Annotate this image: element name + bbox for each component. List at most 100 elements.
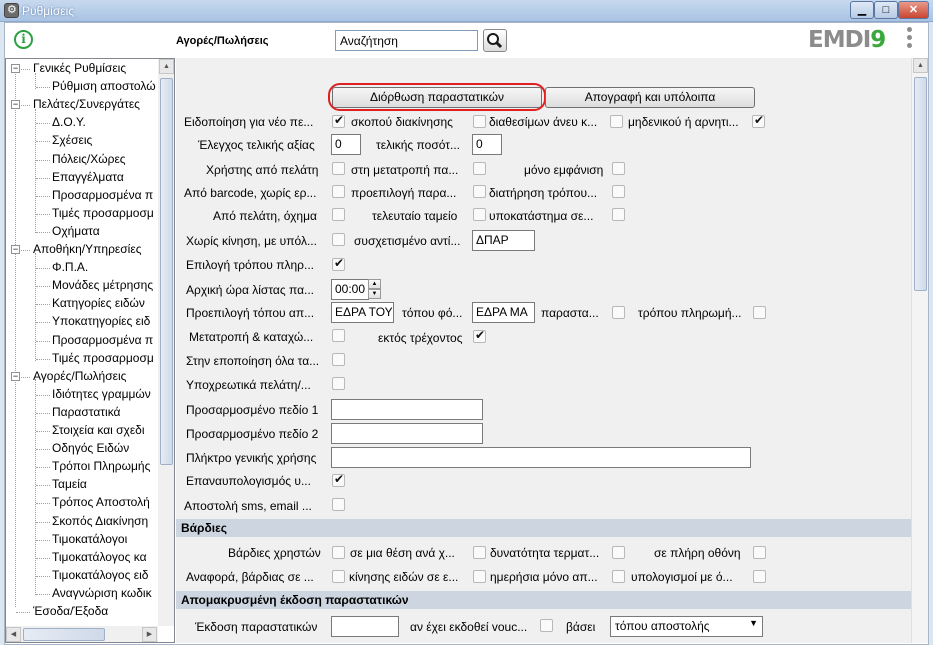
form-scroll-thumb[interactable] — [914, 77, 927, 291]
tree-item[interactable]: Πόλεις/Χώρες — [52, 151, 126, 169]
tree-item[interactable]: Προσαρμοσμένα π — [52, 187, 153, 205]
input-document-issuing[interactable] — [331, 616, 399, 637]
scroll-up-icon[interactable]: ▲ — [913, 58, 928, 73]
tree-item[interactable]: Σχέσεις — [52, 132, 92, 150]
input-initial-time[interactable]: 00:00 — [331, 279, 369, 300]
tree-item[interactable]: Τρόποι Πληρωμής — [52, 458, 150, 476]
checkbox-display-only[interactable] — [612, 162, 625, 175]
tree-scroll-up-icon[interactable]: ▲ — [159, 59, 174, 74]
checkbox-last-cashbox[interactable] — [473, 208, 486, 221]
checkbox-terminate-option[interactable] — [612, 546, 625, 559]
checkbox-payment-method-select[interactable] — [332, 256, 345, 271]
search-button[interactable] — [483, 29, 507, 52]
checkbox-branch[interactable] — [612, 208, 625, 221]
tree-collapse-toggle[interactable]: − — [11, 100, 20, 110]
tree-item[interactable]: Προσαρμοσμένα π — [52, 332, 153, 350]
tree-vertical-scrollbar[interactable]: ▲ — [158, 59, 174, 626]
input-location-1[interactable]: ΕΔΡΑ ΤΟΥ — [331, 302, 394, 323]
checkbox-transport-purpose[interactable] — [473, 115, 486, 128]
tree-hscroll-thumb[interactable] — [23, 628, 105, 641]
checkbox-documents[interactable] — [612, 306, 625, 319]
tree-item[interactable]: Τιμοκατάλογοι — [52, 531, 127, 549]
input-related-code[interactable]: ΔΠΑΡ — [472, 230, 535, 251]
tree-item[interactable]: Έσοδα/Έξοδα — [33, 603, 108, 621]
spinner-down-icon[interactable]: ▼ — [368, 289, 381, 299]
checkbox-zero-negative[interactable] — [752, 113, 765, 128]
checkbox-mandatory-customer[interactable] — [332, 377, 345, 390]
input-general-key[interactable] — [331, 447, 751, 468]
checkbox-default-doc[interactable] — [473, 185, 486, 198]
form-vertical-scrollbar[interactable]: ▲ — [911, 58, 928, 643]
search-input[interactable] — [335, 30, 478, 51]
checkbox-send-sms-email[interactable] — [332, 498, 345, 511]
input-final-quantity[interactable]: 0 — [472, 134, 502, 155]
checkbox-shift-report[interactable] — [332, 570, 345, 583]
more-options-icon[interactable] — [906, 27, 914, 51]
tree-collapse-toggle[interactable]: − — [11, 371, 20, 381]
tree-scroll-left-icon[interactable]: ◀ — [6, 627, 21, 642]
minimize-button[interactable]: ▁ — [850, 1, 874, 19]
tree-item[interactable]: Τιμοκατάλογος ειδ — [52, 567, 148, 585]
tree-item[interactable]: Μονάδες μέτρησης — [52, 277, 153, 295]
tree-collapse-toggle[interactable]: − — [11, 245, 20, 254]
close-button[interactable]: ✕ — [898, 1, 929, 19]
checkbox-no-movement[interactable] — [332, 233, 345, 246]
tree-item[interactable]: Οδηγός Ειδών — [52, 440, 129, 458]
checkbox-conversion-entry[interactable] — [332, 329, 345, 342]
tree-item[interactable]: Τρόπος Αποστολή — [52, 494, 150, 512]
tree-item[interactable]: Ιδιότητες γραμμών — [52, 386, 151, 404]
checkbox-one-position[interactable] — [473, 546, 486, 559]
checkbox-except-current[interactable] — [473, 328, 486, 343]
checkbox-user-shifts[interactable] — [332, 546, 345, 559]
checkbox-user-from-customer[interactable] — [332, 162, 345, 175]
checkbox-calculations[interactable] — [753, 570, 766, 583]
tree-scroll-right-icon[interactable]: ▶ — [142, 627, 157, 642]
tree-item[interactable]: Γενικές Ρυθμίσεις — [33, 60, 126, 78]
spinner-up-icon[interactable]: ▲ — [368, 279, 381, 289]
time-spinner[interactable]: ▲ ▼ — [368, 279, 381, 300]
tree-item[interactable]: Δ.Ο.Υ. — [52, 114, 86, 132]
checkbox-notify-all[interactable] — [332, 353, 345, 366]
checkbox-notify-new[interactable] — [332, 113, 345, 128]
tree-scroll-thumb[interactable] — [160, 78, 173, 465]
checkbox-full-screen[interactable] — [753, 546, 766, 559]
checkbox-item-movement[interactable] — [473, 570, 486, 583]
tree-item[interactable]: Τιμές προσαρμοσμ — [52, 350, 154, 368]
tree-item[interactable]: Οχήματα — [52, 223, 100, 241]
tree-item[interactable]: Κατηγορίες ειδών — [52, 295, 145, 313]
checkbox-payment-method[interactable] — [753, 306, 766, 319]
label-user-from-customer: Χρήστης από πελάτη — [206, 163, 319, 177]
checkbox-vehicle-from-customer[interactable] — [332, 208, 345, 221]
tree-item[interactable]: Σκοπός Διακίνηση — [52, 513, 148, 531]
input-final-value[interactable]: 0 — [331, 134, 361, 155]
tree-item[interactable]: Στοιχεία και σχεδι — [52, 422, 145, 440]
select-based-on[interactable]: τόπου αποστολής ▼ — [610, 616, 763, 637]
tree-item[interactable]: Τιμοκατάλογος κα — [52, 549, 147, 567]
checkbox-recalculation[interactable] — [332, 472, 345, 487]
maximize-button[interactable]: □ — [874, 1, 898, 19]
tree-item[interactable]: Ταμεία — [52, 476, 87, 494]
checkbox-on-conversion[interactable] — [473, 162, 486, 175]
tree-item[interactable]: Επαγγέλματα — [52, 169, 124, 187]
tree-item[interactable]: Τιμές προσαρμοσμ — [52, 205, 154, 223]
input-custom-field-1[interactable] — [331, 399, 483, 420]
inventory-balances-button[interactable]: Απογραφή και υπόλοιπα — [545, 87, 755, 108]
checkbox-voucher-issued[interactable] — [540, 619, 553, 632]
info-icon[interactable]: i — [14, 30, 33, 49]
tree-item[interactable]: Αναγνώριση κωδικ — [52, 585, 152, 603]
tree-item[interactable]: Αποθήκη/Υπηρεσίες — [33, 241, 141, 259]
tree-collapse-toggle[interactable]: − — [11, 64, 20, 73]
checkbox-from-barcode[interactable] — [332, 185, 345, 198]
tree-horizontal-scrollbar[interactable]: ◀ ▶ — [6, 626, 158, 642]
tree-item[interactable]: Υποκατηγορίες ειδ — [52, 313, 150, 331]
checkbox-daily-only[interactable] — [612, 570, 625, 583]
tree-item[interactable]: Αγορές/Πωλήσεις — [33, 368, 126, 386]
input-custom-field-2[interactable] — [331, 423, 483, 444]
checkbox-available-stock[interactable] — [610, 115, 623, 128]
tree-item[interactable]: Ρύθμιση αποστολώ — [52, 78, 156, 96]
tree-item[interactable]: Παραστατικά — [52, 404, 120, 422]
tree-item[interactable]: Πελάτες/Συνεργάτες — [33, 96, 140, 114]
checkbox-keep-method[interactable] — [612, 185, 625, 198]
input-location-2[interactable]: ΕΔΡΑ ΜΑ — [472, 302, 535, 323]
tree-item[interactable]: Φ.Π.Α. — [52, 259, 88, 277]
